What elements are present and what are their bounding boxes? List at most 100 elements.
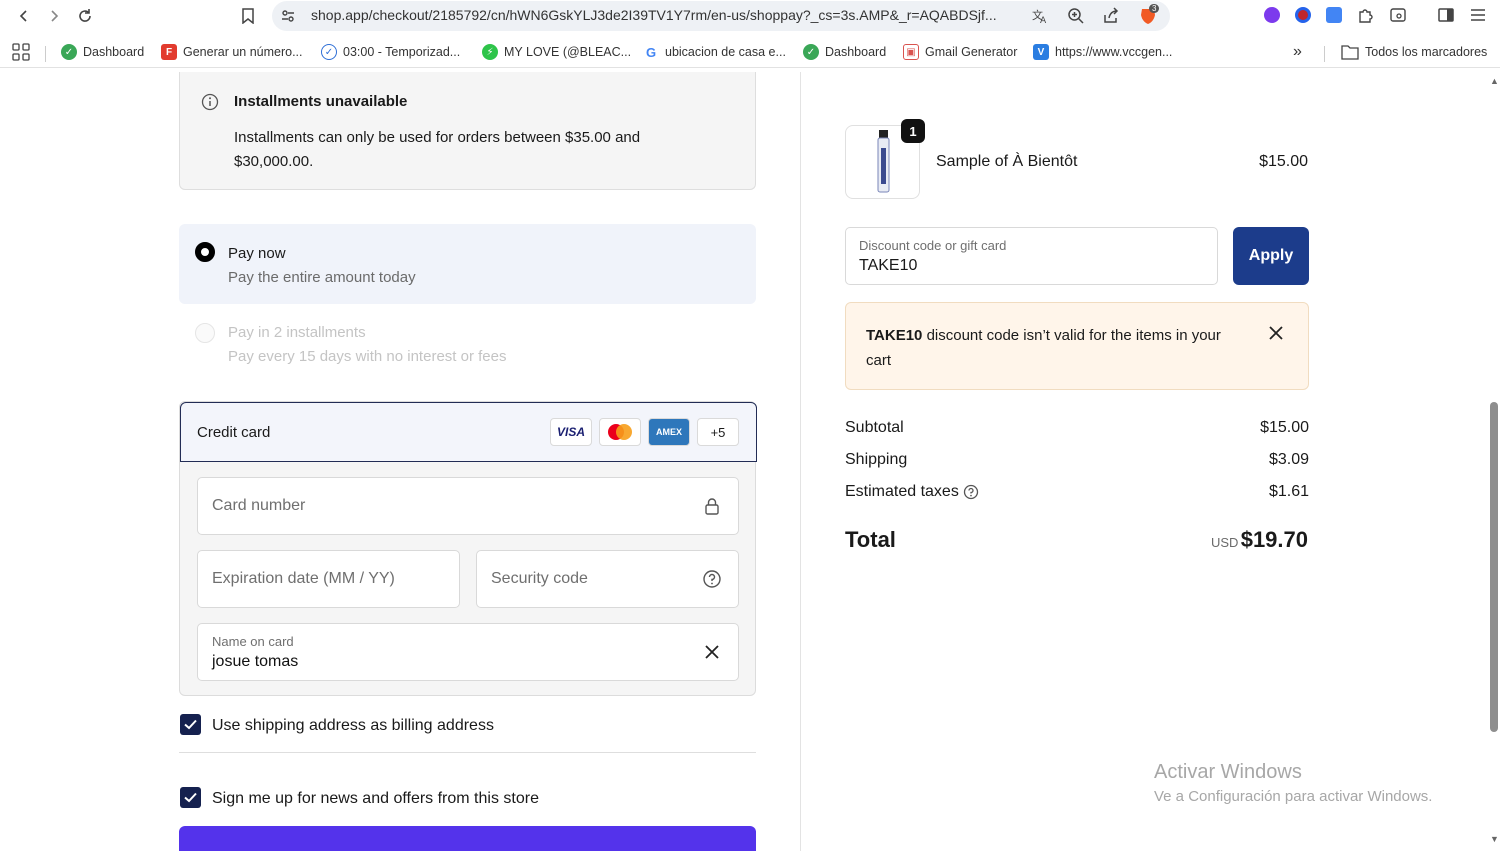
bookmark-item[interactable]: ▣ Gmail Generator	[903, 42, 1017, 62]
info-icon	[201, 93, 219, 111]
pay-now-button[interactable]	[179, 826, 756, 851]
bookmark-item[interactable]: F Generar un número...	[161, 42, 303, 62]
divider	[179, 752, 756, 753]
newsletter-checkbox-label[interactable]: Sign me up for news and offers from this…	[212, 790, 539, 808]
bookmark-item[interactable]: ✓ Dashboard	[803, 42, 886, 62]
expiration-field[interactable]: Expiration date (MM / YY)	[197, 550, 460, 608]
shipping-value: $3.09	[1268, 451, 1309, 468]
bookmark-item[interactable]: ✓ Dashboard	[61, 42, 144, 62]
name-on-card-field[interactable]: Name on card josue tomas	[197, 623, 739, 681]
pay-now-subtitle: Pay the entire amount today	[228, 269, 416, 286]
back-icon[interactable]	[12, 4, 36, 28]
address-bar[interactable]: shop.app/checkout/2185792/cn/hWN6GskYLJ3…	[272, 1, 1170, 31]
timer-icon: ✓	[321, 44, 337, 60]
shipping-row: Shipping $3.09	[845, 451, 1309, 469]
security-code-placeholder: Security code	[491, 570, 588, 587]
product-name: Sample of À Bientôt	[936, 153, 1078, 170]
pay-installments-option: Pay in 2 installments Pay every 15 days …	[179, 315, 756, 375]
brave-shield-icon[interactable]: 3	[1138, 4, 1160, 26]
translate-icon[interactable]: 文A	[1030, 6, 1050, 26]
pay-installments-subtitle: Pay every 15 days with no interest or fe…	[228, 348, 507, 365]
billing-checkbox-label[interactable]: Use shipping address as billing address	[212, 717, 494, 735]
vcc-icon: V	[1033, 44, 1049, 60]
bookmark-item[interactable]: Gubicacion de casa e...	[643, 42, 786, 62]
installments-notice: Installments unavailable Installments ca…	[179, 72, 756, 190]
credit-card-header[interactable]: Credit card VISA AMEX +5	[180, 402, 757, 462]
product-price: $15.00	[1259, 153, 1308, 170]
discount-code-field[interactable]: Discount code or gift card TAKE10	[845, 227, 1218, 285]
apps-grid-icon[interactable]	[12, 42, 30, 62]
bookmark-icon[interactable]	[236, 4, 260, 28]
shipping-label: Shipping	[845, 451, 908, 468]
extension-shield-icon[interactable]	[1293, 5, 1313, 25]
credit-card-section: Credit card VISA AMEX +5 Card number Exp…	[179, 401, 757, 696]
taxes-row: Estimated taxes $1.61	[845, 483, 1309, 501]
more-bookmarks-button[interactable]: »	[1293, 42, 1302, 62]
browser-toolbar: shop.app/checkout/2185792/cn/hWN6GskYLJ3…	[0, 0, 1500, 32]
bookmark-item[interactable]: ⚡ MY LOVE (@BLEAC...	[482, 42, 631, 62]
name-on-card-label: Name on card	[212, 634, 294, 649]
extension-purple-icon[interactable]	[1262, 5, 1282, 25]
help-icon[interactable]	[702, 569, 722, 589]
quantity-badge: 1	[901, 119, 925, 143]
bookmark-item[interactable]: Vhttps://www.vccgen...	[1033, 42, 1172, 62]
pay-installments-radio	[195, 323, 215, 343]
dashboard-icon: ✓	[61, 44, 77, 60]
clear-icon[interactable]	[702, 642, 722, 662]
payment-section: Installments unavailable Installments ca…	[0, 72, 800, 851]
security-code-field[interactable]: Security code	[476, 550, 739, 608]
pay-now-option[interactable]: Pay now Pay the entire amount today	[179, 224, 756, 304]
bookmark-item[interactable]: ✓ 03:00 - Temporizad...	[321, 42, 460, 62]
svg-text:A: A	[1040, 16, 1047, 25]
check-icon	[184, 719, 197, 730]
url-text[interactable]: shop.app/checkout/2185792/cn/hWN6GskYLJ3…	[311, 7, 1031, 23]
installments-text: Installments can only be used for orders…	[234, 129, 641, 170]
newsletter-checkbox[interactable]	[180, 787, 201, 808]
f-logo-icon: F	[161, 44, 177, 60]
site-settings-icon[interactable]	[278, 6, 298, 26]
pay-installments-title: Pay in 2 installments	[228, 324, 366, 341]
card-number-field[interactable]: Card number	[197, 477, 739, 535]
windows-watermark-title: Activar Windows	[1154, 761, 1302, 783]
share-icon[interactable]	[1101, 6, 1121, 26]
pay-now-title: Pay now	[228, 245, 286, 262]
visa-logo: VISA	[550, 418, 592, 446]
subtotal-value: $15.00	[1260, 419, 1309, 436]
forward-icon[interactable]	[42, 4, 66, 28]
expiration-placeholder: Expiration date (MM / YY)	[212, 570, 395, 587]
billing-checkbox[interactable]	[180, 714, 201, 735]
folder-icon	[1341, 45, 1359, 60]
close-icon[interactable]	[1268, 325, 1284, 341]
zoom-icon[interactable]	[1066, 6, 1086, 26]
card-number-placeholder: Card number	[212, 497, 306, 514]
scroll-up-icon[interactable]: ▲	[1490, 76, 1499, 86]
help-icon[interactable]	[963, 484, 979, 500]
total-label: Total	[845, 527, 896, 552]
all-bookmarks-button[interactable]: Todos los marcadores	[1341, 42, 1487, 62]
dashboard-icon: ✓	[803, 44, 819, 60]
sidebar-icon[interactable]	[1436, 5, 1456, 25]
menu-icon[interactable]	[1468, 5, 1488, 25]
pay-now-radio[interactable]	[195, 242, 215, 262]
screenshot-icon[interactable]	[1388, 5, 1408, 25]
google-translate-icon[interactable]	[1324, 5, 1344, 25]
subtotal-row: Subtotal $15.00	[845, 419, 1309, 437]
taxes-value: $1.61	[1268, 483, 1309, 500]
discount-warning: TAKE10 discount code isn’t valid for the…	[845, 302, 1309, 390]
gmail-generator-icon: ▣	[903, 44, 919, 60]
mastercard-logo	[599, 418, 641, 446]
bookmarks-bar: ✓ Dashboard F Generar un número... ✓ 03:00 …	[0, 36, 1500, 68]
discount-code-label: Discount code or gift card	[859, 238, 1007, 253]
credit-card-title: Credit card	[197, 424, 271, 441]
lock-icon	[705, 498, 719, 515]
scroll-down-icon[interactable]: ▼	[1490, 834, 1499, 844]
scrollbar-thumb[interactable]	[1490, 402, 1498, 732]
extensions-puzzle-icon[interactable]	[1356, 5, 1376, 25]
amex-logo: AMEX	[648, 418, 690, 446]
more-brands-badge: +5	[697, 418, 739, 446]
windows-watermark-subtitle: Ve a Configuración para activar Windows.	[1154, 788, 1433, 805]
apply-button[interactable]: Apply	[1233, 227, 1309, 285]
reload-icon[interactable]	[73, 4, 97, 28]
total-currency: USD	[1211, 535, 1239, 550]
taxes-label: Estimated taxes	[845, 483, 959, 500]
